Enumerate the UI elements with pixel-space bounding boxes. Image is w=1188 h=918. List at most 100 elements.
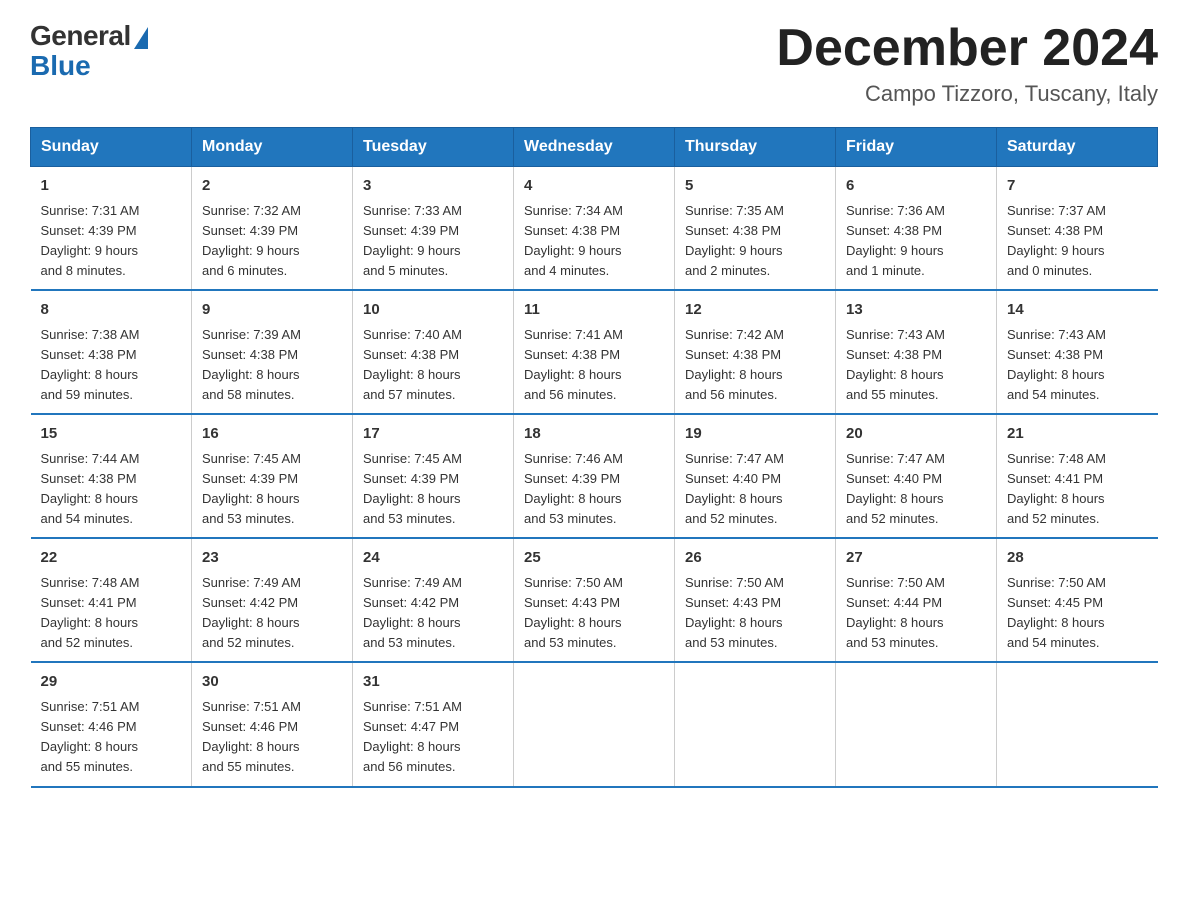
location-text: Campo Tizzoro, Tuscany, Italy bbox=[776, 81, 1158, 107]
day-info: Sunrise: 7:42 AM Sunset: 4:38 PM Dayligh… bbox=[685, 325, 825, 406]
month-title: December 2024 bbox=[776, 20, 1158, 77]
day-info: Sunrise: 7:43 AM Sunset: 4:38 PM Dayligh… bbox=[846, 325, 986, 406]
day-number: 13 bbox=[846, 299, 986, 322]
calendar-week-row: 22Sunrise: 7:48 AM Sunset: 4:41 PM Dayli… bbox=[31, 538, 1158, 662]
header-sunday: Sunday bbox=[31, 128, 192, 167]
calendar-cell: 10Sunrise: 7:40 AM Sunset: 4:38 PM Dayli… bbox=[353, 290, 514, 414]
calendar-week-row: 8 Sunrise: 7:38 AM Sunset: 4:38 PM Daylig… bbox=[31, 290, 1158, 414]
header-saturday: Saturday bbox=[997, 128, 1158, 167]
day-info: Sunrise: 7:32 AM Sunset: 4:39 PM Dayligh… bbox=[202, 201, 342, 282]
day-info: Sunrise: 7:51 AM Sunset: 4:46 PM Dayligh… bbox=[202, 697, 342, 778]
calendar-cell bbox=[675, 662, 836, 786]
day-info: Sunrise: 7:51 AM Sunset: 4:47 PM Dayligh… bbox=[363, 697, 503, 778]
header-friday: Friday bbox=[836, 128, 997, 167]
day-number: 11 bbox=[524, 299, 664, 322]
calendar-cell bbox=[997, 662, 1158, 786]
day-number: 5 bbox=[685, 175, 825, 198]
day-number: 29 bbox=[41, 671, 182, 694]
calendar-cell: 27 Sunrise: 7:50 AM Sunset: 4:44 PM Dayli… bbox=[836, 538, 997, 662]
title-section: December 2024 Campo Tizzoro, Tuscany, It… bbox=[776, 20, 1158, 107]
calendar-cell: 4Sunrise: 7:34 AM Sunset: 4:38 PM Daylig… bbox=[514, 167, 675, 291]
day-number: 30 bbox=[202, 671, 342, 694]
day-info: Sunrise: 7:46 AM Sunset: 4:39 PM Dayligh… bbox=[524, 449, 664, 530]
calendar-cell: 31 Sunrise: 7:51 AM Sunset: 4:47 PM Dayli… bbox=[353, 662, 514, 786]
day-number: 12 bbox=[685, 299, 825, 322]
logo: General Blue bbox=[30, 20, 148, 80]
day-number: 31 bbox=[363, 671, 503, 694]
page-header: General Blue December 2024 Campo Tizzoro… bbox=[30, 20, 1158, 107]
day-number: 24 bbox=[363, 547, 503, 570]
day-number: 25 bbox=[524, 547, 664, 570]
day-info: Sunrise: 7:34 AM Sunset: 4:38 PM Dayligh… bbox=[524, 201, 664, 282]
calendar-cell bbox=[514, 662, 675, 786]
day-info: Sunrise: 7:50 AM Sunset: 4:43 PM Dayligh… bbox=[685, 573, 825, 654]
calendar-cell: 28 Sunrise: 7:50 AM Sunset: 4:45 PM Dayli… bbox=[997, 538, 1158, 662]
calendar-cell: 5Sunrise: 7:35 AM Sunset: 4:38 PM Daylig… bbox=[675, 167, 836, 291]
calendar-cell: 2 Sunrise: 7:32 AM Sunset: 4:39 PM Daylig… bbox=[192, 167, 353, 291]
calendar-cell: 18Sunrise: 7:46 AM Sunset: 4:39 PM Dayli… bbox=[514, 414, 675, 538]
calendar-cell: 26 Sunrise: 7:50 AM Sunset: 4:43 PM Dayli… bbox=[675, 538, 836, 662]
day-number: 19 bbox=[685, 423, 825, 446]
calendar-cell: 17 Sunrise: 7:45 AM Sunset: 4:39 PM Dayli… bbox=[353, 414, 514, 538]
day-number: 9 bbox=[202, 299, 342, 322]
day-number: 17 bbox=[363, 423, 503, 446]
day-info: Sunrise: 7:43 AM Sunset: 4:38 PM Dayligh… bbox=[1007, 325, 1148, 406]
day-number: 21 bbox=[1007, 423, 1148, 446]
calendar-cell: 20Sunrise: 7:47 AM Sunset: 4:40 PM Dayli… bbox=[836, 414, 997, 538]
day-info: Sunrise: 7:49 AM Sunset: 4:42 PM Dayligh… bbox=[202, 573, 342, 654]
day-info: Sunrise: 7:50 AM Sunset: 4:44 PM Dayligh… bbox=[846, 573, 986, 654]
calendar-cell: 22Sunrise: 7:48 AM Sunset: 4:41 PM Dayli… bbox=[31, 538, 192, 662]
day-info: Sunrise: 7:49 AM Sunset: 4:42 PM Dayligh… bbox=[363, 573, 503, 654]
day-number: 1 bbox=[41, 175, 182, 198]
day-number: 20 bbox=[846, 423, 986, 446]
day-number: 2 bbox=[202, 175, 342, 198]
day-number: 14 bbox=[1007, 299, 1148, 322]
calendar-cell: 29Sunrise: 7:51 AM Sunset: 4:46 PM Dayli… bbox=[31, 662, 192, 786]
day-number: 26 bbox=[685, 547, 825, 570]
header-monday: Monday bbox=[192, 128, 353, 167]
day-info: Sunrise: 7:36 AM Sunset: 4:38 PM Dayligh… bbox=[846, 201, 986, 282]
calendar-week-row: 15Sunrise: 7:44 AM Sunset: 4:38 PM Dayli… bbox=[31, 414, 1158, 538]
day-number: 23 bbox=[202, 547, 342, 570]
logo-general-text: General bbox=[30, 20, 131, 52]
calendar-cell: 7Sunrise: 7:37 AM Sunset: 4:38 PM Daylig… bbox=[997, 167, 1158, 291]
calendar-cell: 23 Sunrise: 7:49 AM Sunset: 4:42 PM Dayli… bbox=[192, 538, 353, 662]
calendar-week-row: 1 Sunrise: 7:31 AM Sunset: 4:39 PM Daylig… bbox=[31, 167, 1158, 291]
header-thursday: Thursday bbox=[675, 128, 836, 167]
day-info: Sunrise: 7:41 AM Sunset: 4:38 PM Dayligh… bbox=[524, 325, 664, 406]
day-info: Sunrise: 7:45 AM Sunset: 4:39 PM Dayligh… bbox=[363, 449, 503, 530]
calendar-cell: 30 Sunrise: 7:51 AM Sunset: 4:46 PM Dayli… bbox=[192, 662, 353, 786]
calendar-table: SundayMondayTuesdayWednesdayThursdayFrid… bbox=[30, 127, 1158, 787]
logo-triangle-icon bbox=[134, 27, 148, 49]
calendar-cell: 24 Sunrise: 7:49 AM Sunset: 4:42 PM Dayli… bbox=[353, 538, 514, 662]
header-wednesday: Wednesday bbox=[514, 128, 675, 167]
day-number: 16 bbox=[202, 423, 342, 446]
day-info: Sunrise: 7:38 AM Sunset: 4:38 PM Dayligh… bbox=[41, 325, 182, 406]
calendar-cell: 12 Sunrise: 7:42 AM Sunset: 4:38 PM Dayli… bbox=[675, 290, 836, 414]
calendar-week-row: 29 Sunrise: 7:51 AM Sunset: 4:46 PM Dayli… bbox=[31, 662, 1158, 786]
calendar-cell: 15Sunrise: 7:44 AM Sunset: 4:38 PM Dayli… bbox=[31, 414, 192, 538]
calendar-cell: 14 Sunrise: 7:43 AM Sunset: 4:38 PM Dayli… bbox=[997, 290, 1158, 414]
calendar-header: SundayMondayTuesdayWednesdayThursdayFrid… bbox=[31, 128, 1158, 167]
day-info: Sunrise: 7:39 AM Sunset: 4:38 PM Dayligh… bbox=[202, 325, 342, 406]
day-number: 28 bbox=[1007, 547, 1148, 570]
header-tuesday: Tuesday bbox=[353, 128, 514, 167]
calendar-cell: 8 Sunrise: 7:38 AM Sunset: 4:38 PM Daylig… bbox=[31, 290, 192, 414]
calendar-body: 1 Sunrise: 7:31 AM Sunset: 4:39 PM Daylig… bbox=[31, 167, 1158, 787]
day-number: 6 bbox=[846, 175, 986, 198]
day-info: Sunrise: 7:33 AM Sunset: 4:39 PM Dayligh… bbox=[363, 201, 503, 282]
calendar-cell: 3Sunrise: 7:33 AM Sunset: 4:39 PM Daylig… bbox=[353, 167, 514, 291]
day-number: 22 bbox=[41, 547, 182, 570]
calendar-cell: 1 Sunrise: 7:31 AM Sunset: 4:39 PM Daylig… bbox=[31, 167, 192, 291]
calendar-cell bbox=[836, 662, 997, 786]
calendar-cell: 11 Sunrise: 7:41 AM Sunset: 4:38 PM Dayli… bbox=[514, 290, 675, 414]
day-info: Sunrise: 7:31 AM Sunset: 4:39 PM Dayligh… bbox=[41, 201, 182, 282]
calendar-cell: 16Sunrise: 7:45 AM Sunset: 4:39 PM Dayli… bbox=[192, 414, 353, 538]
calendar-cell: 13 Sunrise: 7:43 AM Sunset: 4:38 PM Dayli… bbox=[836, 290, 997, 414]
day-number: 27 bbox=[846, 547, 986, 570]
day-info: Sunrise: 7:50 AM Sunset: 4:45 PM Dayligh… bbox=[1007, 573, 1148, 654]
calendar-cell: 21Sunrise: 7:48 AM Sunset: 4:41 PM Dayli… bbox=[997, 414, 1158, 538]
day-info: Sunrise: 7:50 AM Sunset: 4:43 PM Dayligh… bbox=[524, 573, 664, 654]
day-info: Sunrise: 7:37 AM Sunset: 4:38 PM Dayligh… bbox=[1007, 201, 1148, 282]
day-number: 8 bbox=[41, 299, 182, 322]
